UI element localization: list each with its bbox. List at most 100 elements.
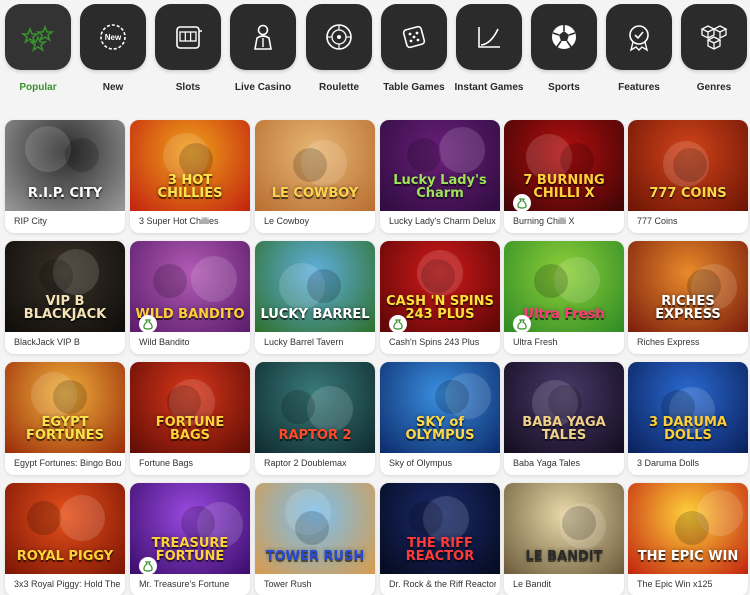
game-card[interactable]: CASH 'N SPINS 243 PLUS Cash'n Spins 243 P… [380, 241, 500, 354]
game-thumbnail[interactable]: THE RIFF REACTOR [380, 483, 500, 574]
game-card[interactable]: FORTUNE BAGS Fortune Bags [130, 362, 250, 475]
game-card[interactable]: ROYAL PIGGY 3x3 Royal Piggy: Hold The Spi… [5, 483, 125, 595]
game-thumbnail[interactable]: BABA YAGA TALES [504, 362, 624, 453]
game-thumbnail[interactable]: 3 HOT CHILLIES [130, 120, 250, 211]
game-title[interactable]: 777 Coins [637, 216, 744, 226]
game-card[interactable]: Ultra Fresh Ultra Fresh [504, 241, 624, 354]
game-card[interactable]: 3 HOT CHILLIES 3 Super Hot Chillies [130, 120, 250, 233]
game-thumbnail[interactable]: THE EPIC WIN [628, 483, 748, 574]
rising-chart-icon [478, 27, 500, 48]
game-title[interactable]: Ultra Fresh [513, 337, 620, 347]
game-title[interactable]: Tower Rush [264, 579, 371, 589]
thumbnail-decoration [307, 269, 341, 303]
game-thumbnail[interactable]: VIP B BLACKJACK [5, 241, 125, 332]
game-card[interactable]: Lucky Lady's Charm Lucky Lady's Charm Del… [380, 120, 500, 233]
game-card[interactable]: SKY of OLYMPUS Sky of Olympus [380, 362, 500, 475]
thumbnail-decoration [281, 390, 315, 424]
slot-machine-icon [176, 26, 202, 49]
game-card[interactable]: 3 DARUMA DOLLS 3 Daruma Dolls [628, 362, 748, 475]
game-thumbnail[interactable]: LE BANDIT [504, 483, 624, 574]
game-title[interactable]: Lucky Lady's Charm Deluxe [389, 216, 496, 226]
game-card[interactable]: TOWER RUSH Tower Rush [255, 483, 375, 595]
game-card[interactable]: WILD BANDITO Wild Bandito [130, 241, 250, 354]
game-card[interactable]: 7 BURNING CHILLI X Burning Chilli X [504, 120, 624, 233]
game-title[interactable]: 3 Daruma Dolls [637, 458, 744, 468]
thumbnail-decoration [167, 385, 201, 419]
game-thumbnail[interactable]: RAPTOR 2 [255, 362, 375, 453]
game-title[interactable]: Baba Yaga Tales [513, 458, 620, 468]
category-sports[interactable]: Sports [530, 4, 598, 93]
game-title[interactable]: The Epic Win x125 [637, 579, 744, 589]
game-card[interactable]: THE RIFF REACTOR Dr. Rock & the Riff Reac… [380, 483, 500, 595]
game-card[interactable]: LE COWBOY Le Cowboy [255, 120, 375, 233]
category-new[interactable]: New New [79, 4, 147, 93]
game-title[interactable]: Burning Chilli X [513, 216, 620, 226]
money-bag-icon [393, 319, 403, 330]
game-card[interactable]: 777 COINS 777 Coins [628, 120, 748, 233]
football-icon [552, 25, 576, 49]
feature-badge [139, 315, 157, 333]
category-roulette[interactable]: Roulette [305, 4, 373, 93]
game-card[interactable]: RAPTOR 2 Raptor 2 Doublemax [255, 362, 375, 475]
game-card[interactable]: THE EPIC WIN The Epic Win x125 [628, 483, 748, 595]
game-title[interactable]: Le Cowboy [264, 216, 371, 226]
money-bag-icon [517, 198, 527, 209]
game-card[interactable]: TREASURE FORTUNE Mr. Treasure's Fortune [130, 483, 250, 595]
category-genres[interactable]: Genres [680, 4, 748, 93]
game-title[interactable]: Wild Bandito [139, 337, 246, 347]
game-thumbnail[interactable]: EGYPT FORTUNES [5, 362, 125, 453]
game-thumbnail[interactable]: R.I.P. CITY [5, 120, 125, 211]
game-logo-text: VIP B BLACKJACK [23, 293, 107, 323]
game-title[interactable]: Dr. Rock & the Riff Reactor [389, 579, 496, 589]
game-card[interactable]: VIP B BLACKJACK BlackJack VIP B [5, 241, 125, 354]
thumbnail-decoration [562, 506, 596, 540]
thumbnail-decoration [673, 148, 707, 182]
game-card[interactable]: LE BANDIT Le Bandit [504, 483, 624, 595]
game-thumbnail[interactable]: LE COWBOY [255, 120, 375, 211]
thumbnail-decoration [421, 259, 455, 293]
game-title[interactable]: Raptor 2 Doublemax [264, 458, 371, 468]
category-table-games[interactable]: Table Games [380, 4, 448, 93]
game-thumbnail[interactable]: Lucky Lady's Charm [380, 120, 500, 211]
game-logo-text: EGYPT FORTUNES [26, 414, 104, 444]
game-title[interactable]: 3 Super Hot Chillies [139, 216, 246, 226]
game-card[interactable]: R.I.P. CITY RIP City [5, 120, 125, 233]
game-card[interactable]: LUCKY BARREL Lucky Barrel Tavern [255, 241, 375, 354]
game-logo-text: RICHES EXPRESS [655, 293, 721, 323]
game-title[interactable]: Lucky Barrel Tavern [264, 337, 371, 347]
game-thumbnail[interactable]: RICHES EXPRESS [628, 241, 748, 332]
game-title[interactable]: Le Bandit [513, 579, 620, 589]
game-card[interactable]: EGYPT FORTUNES Egypt Fortunes: Bingo Boun… [5, 362, 125, 475]
game-title[interactable]: BlackJack VIP B [14, 337, 121, 347]
money-bag-icon [143, 319, 153, 330]
game-title[interactable]: Mr. Treasure's Fortune [139, 579, 246, 589]
game-title[interactable]: Sky of Olympus [389, 458, 496, 468]
game-thumbnail[interactable]: 777 COINS [628, 120, 748, 211]
thumbnail-decoration [179, 143, 213, 177]
game-title[interactable]: Riches Express [637, 337, 744, 347]
game-logo-text: LE BANDIT [525, 549, 603, 565]
game-title[interactable]: Cash'n Spins 243 Plus [389, 337, 496, 347]
game-card[interactable]: BABA YAGA TALES Baba Yaga Tales [504, 362, 624, 475]
game-thumbnail[interactable]: LUCKY BARREL [255, 241, 375, 332]
category-popular[interactable]: Popular [4, 4, 72, 93]
game-title[interactable]: Egypt Fortunes: Bingo Bounty [14, 458, 121, 468]
category-features[interactable]: Features [605, 4, 673, 93]
game-thumbnail[interactable]: FORTUNE BAGS [130, 362, 250, 453]
game-title[interactable]: RIP City [14, 216, 121, 226]
category-instant-games[interactable]: Instant Games [455, 4, 523, 93]
game-thumbnail[interactable]: TOWER RUSH [255, 483, 375, 574]
game-logo-text: LUCKY BARREL [260, 307, 370, 323]
game-thumbnail[interactable]: ROYAL PIGGY [5, 483, 125, 574]
category-live-casino[interactable]: Live Casino [229, 4, 297, 93]
game-title[interactable]: Fortune Bags [139, 458, 246, 468]
game-thumbnail[interactable]: SKY of OLYMPUS [380, 362, 500, 453]
category-slots[interactable]: Slots [154, 4, 222, 93]
thumbnail-decoration [295, 511, 329, 545]
game-thumbnail[interactable]: 3 DARUMA DOLLS [628, 362, 748, 453]
award-icon [629, 25, 649, 52]
feature-badge [139, 557, 157, 575]
game-card[interactable]: RICHES EXPRESS Riches Express [628, 241, 748, 354]
game-logo-text: RAPTOR 2 [278, 428, 352, 444]
game-title[interactable]: 3x3 Royal Piggy: Hold The Spin [14, 579, 121, 589]
